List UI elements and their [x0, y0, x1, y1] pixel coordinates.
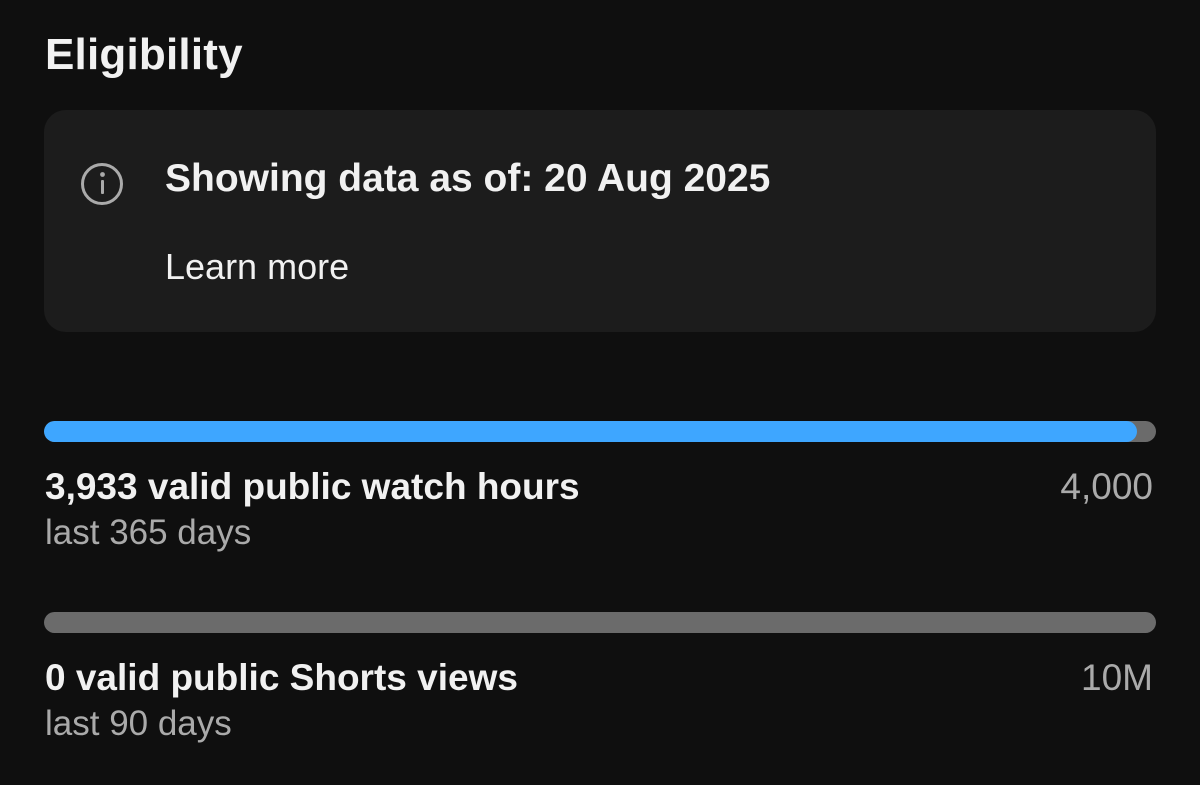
watch-hours-progress-fill [44, 421, 1138, 442]
data-date-text: Showing data as of: 20 Aug 2025 [165, 157, 771, 200]
info-icon-stem [100, 180, 104, 194]
watch-hours-label: 3,933 valid public watch hours [45, 466, 580, 507]
info-card [44, 110, 1156, 332]
watch-hours-progress-bar [44, 421, 1156, 442]
watch-hours-target: 4,000 [1060, 466, 1153, 507]
watch-hours-period: last 365 days [45, 513, 252, 552]
info-icon [81, 163, 123, 205]
page-title: Eligibility [45, 30, 243, 79]
shorts-views-label: 0 valid public Shorts views [45, 657, 518, 698]
shorts-views-progress-bar [44, 612, 1156, 633]
info-icon-dot [99, 172, 105, 177]
shorts-views-target: 10M [1081, 657, 1153, 698]
learn-more-link[interactable]: Learn more [165, 246, 349, 288]
shorts-views-period: last 90 days [45, 704, 232, 743]
